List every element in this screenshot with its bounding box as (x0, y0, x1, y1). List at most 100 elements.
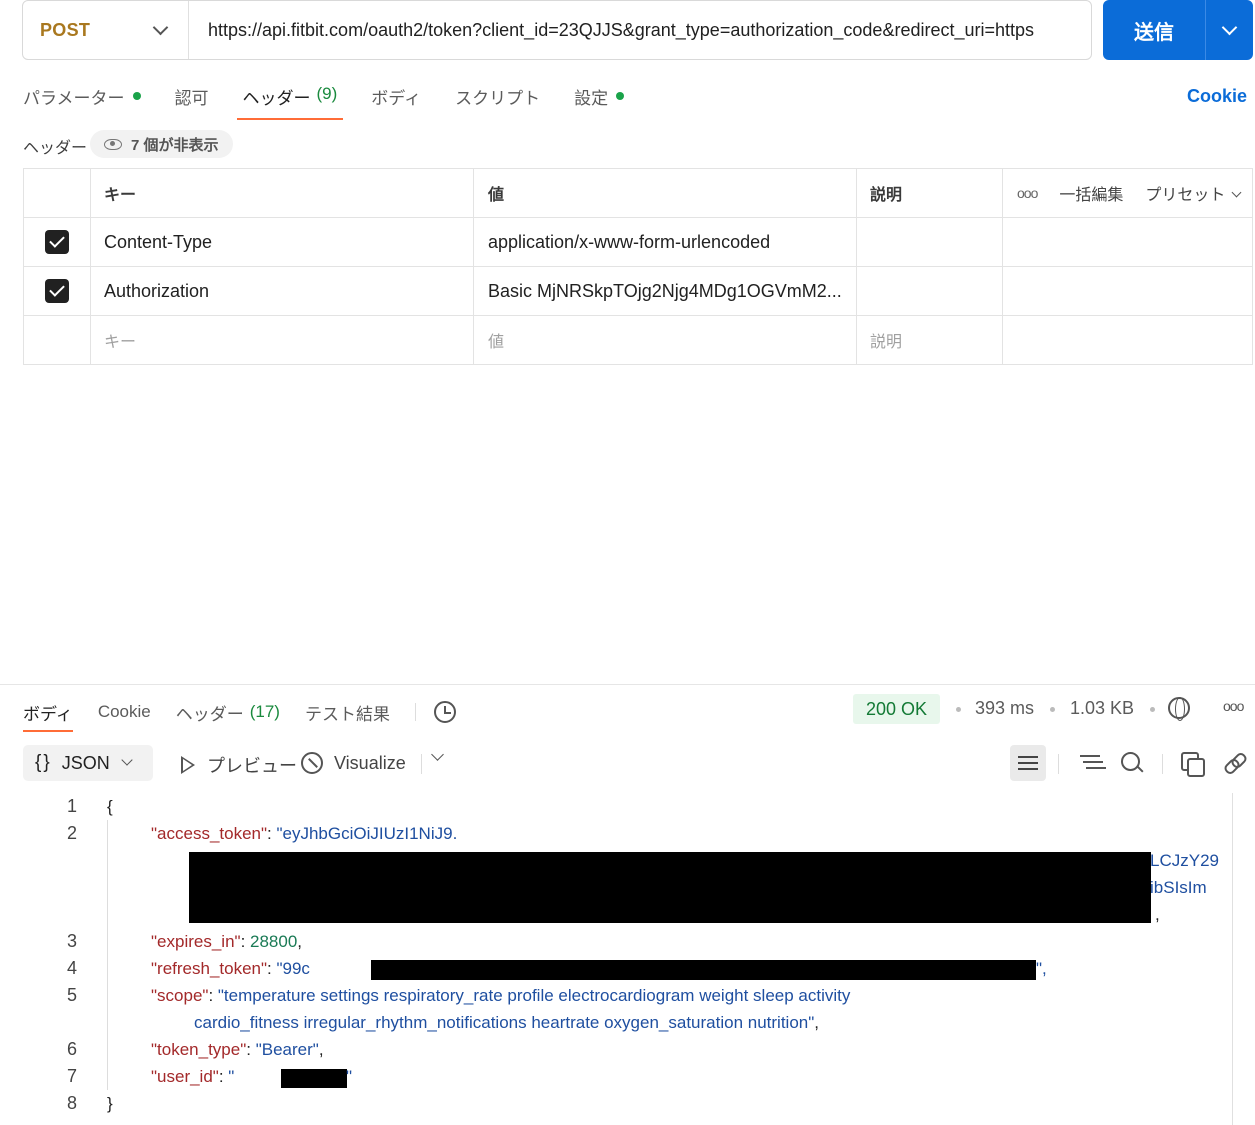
format-label: JSON (61, 752, 110, 773)
more-options-icon[interactable]: ooo (1017, 185, 1038, 201)
send-options-button[interactable] (1206, 0, 1253, 60)
json-string: "99c (276, 959, 310, 978)
more-options-icon[interactable]: ooo (1223, 698, 1244, 714)
format-select[interactable]: {} JSON (23, 745, 153, 781)
response-tab-headers-label: ヘッダー (175, 704, 244, 724)
close-brace: } (107, 1094, 113, 1113)
separator (1058, 754, 1059, 774)
table-header-row: キー 値 説明 ooo 一括編集 プリセット (24, 169, 1253, 218)
tab-scripts-label: スクリプト (455, 89, 541, 108)
tab-auth-label: 認可 (174, 89, 209, 108)
tab-headers-label: ヘッダー (242, 89, 311, 108)
response-tab-headers[interactable]: ヘッダー (17) (176, 697, 280, 727)
open-brace: { (107, 797, 113, 816)
code-line: "token_type": "Bearer", (151, 1040, 324, 1059)
preview-button[interactable]: プレビュー (181, 752, 297, 778)
header-description-cell[interactable] (857, 218, 1003, 266)
response-tab-cookies[interactable]: Cookie (98, 697, 151, 727)
hidden-headers-label: 7 個が非表示 (131, 136, 219, 154)
tab-headers[interactable]: ヘッダー (9) (236, 80, 344, 120)
tab-params[interactable]: パラメーター (23, 80, 141, 120)
table-row: Content-Type application/x-www-form-urle… (24, 218, 1253, 267)
json-string: cardio_fitness irregular_rhythm_notifica… (194, 1013, 815, 1032)
code-line: "refresh_token": "99c (151, 959, 310, 978)
chevron-down-icon (121, 754, 133, 766)
row-checkbox-cell (24, 267, 91, 315)
redaction-block (371, 960, 1036, 980)
redaction-block (189, 852, 1151, 923)
hidden-headers-toggle[interactable]: 7 個が非表示 (90, 130, 233, 158)
link-icon[interactable] (1222, 752, 1244, 774)
search-icon[interactable] (1121, 752, 1143, 774)
tab-authorization[interactable]: 認可 (175, 80, 209, 120)
code-line: " (346, 1067, 353, 1086)
separator-dot (1050, 707, 1055, 712)
table-actions: ooo 一括編集 プリセット (1003, 169, 1253, 217)
tab-body[interactable]: ボディ (371, 80, 421, 120)
json-key: "scope" (151, 986, 209, 1005)
copy-icon[interactable] (1181, 752, 1205, 777)
line-number: 6 (66, 1039, 77, 1059)
params-indicator-dot (132, 92, 141, 100)
pane-divider[interactable] (0, 684, 1255, 685)
cookies-link[interactable]: Cookie (1187, 86, 1247, 107)
url-input[interactable]: https://api.fitbit.com/oauth2/token?clie… (189, 20, 1091, 41)
method-select[interactable]: POST (23, 1, 189, 59)
visualize-options-button[interactable] (431, 748, 444, 761)
header-value-cell[interactable]: Basic MjNRSkpTOjg2Njg4MDg1OGVmM2... (474, 267, 857, 315)
redaction-block (281, 1069, 347, 1088)
row-checkbox-cell (24, 218, 91, 266)
response-tab-body[interactable]: ボディ (23, 697, 73, 732)
chevron-down-icon (1231, 187, 1242, 198)
separator (414, 703, 416, 721)
bulk-edit-button[interactable]: 一括編集 (1059, 181, 1123, 205)
response-headers-count: (17) (249, 702, 280, 721)
new-key-input[interactable]: キー (91, 316, 474, 364)
row-checkbox[interactable] (45, 279, 69, 303)
header-description-cell[interactable] (857, 267, 1003, 315)
code-line: LCJzY29 (1150, 851, 1219, 870)
response-time[interactable]: 393 ms (975, 698, 1034, 719)
indent-guide (107, 820, 108, 1090)
code-line: ", (1036, 959, 1047, 978)
code-line: "scope": "temperature settings respirato… (151, 986, 851, 1005)
history-icon[interactable] (433, 701, 456, 723)
send-button-group: 送信 (1103, 0, 1253, 60)
line-number: 8 (66, 1093, 77, 1113)
scrollbar[interactable] (1232, 793, 1233, 1125)
status-badge: 200 OK (853, 694, 941, 724)
row-actions-cell (1003, 267, 1253, 315)
code-line: , (1155, 905, 1160, 924)
visualize-icon (301, 752, 323, 774)
new-value-input[interactable]: 値 (474, 316, 857, 364)
filter-icon[interactable] (1079, 752, 1101, 774)
line-number: 5 (66, 985, 77, 1005)
presets-button[interactable]: プリセット (1145, 181, 1242, 205)
tab-settings[interactable]: 設定 (574, 80, 625, 120)
tab-body-label: ボディ (371, 89, 422, 108)
header-key-cell[interactable]: Authorization (91, 267, 474, 315)
code-line: cardio_fitness irregular_rhythm_notifica… (194, 1013, 819, 1032)
json-key: "expires_in" (151, 932, 241, 951)
header-key-cell[interactable]: Content-Type (91, 218, 474, 266)
network-globe-icon[interactable] (1168, 697, 1190, 721)
json-key: "refresh_token" (151, 959, 268, 978)
send-button[interactable]: 送信 (1103, 0, 1206, 60)
tab-scripts[interactable]: スクリプト (455, 80, 540, 120)
json-braces-icon: {} (35, 752, 52, 773)
line-number: 1 (66, 796, 77, 816)
visualize-button[interactable]: Visualize (301, 752, 406, 774)
request-tabs: パラメーター 認可 ヘッダー (9) ボディ スクリプト 設定 (23, 80, 658, 120)
new-description-input[interactable]: 説明 (857, 316, 1003, 364)
response-tab-tests[interactable]: テスト結果 (305, 697, 390, 727)
headers-section-title: ヘッダー (23, 140, 88, 157)
wrap-lines-icon[interactable] (1010, 745, 1046, 781)
code-line: "expires_in": 28800, (151, 932, 303, 951)
method-label: POST (40, 19, 91, 40)
header-value-cell[interactable]: application/x-www-form-urlencoded (474, 218, 857, 266)
presets-label: プリセット (1145, 187, 1226, 204)
description-column-header: 説明 (857, 169, 1003, 217)
response-size[interactable]: 1.03 KB (1070, 698, 1134, 719)
chevron-down-icon (152, 19, 169, 35)
row-checkbox[interactable] (45, 230, 69, 254)
